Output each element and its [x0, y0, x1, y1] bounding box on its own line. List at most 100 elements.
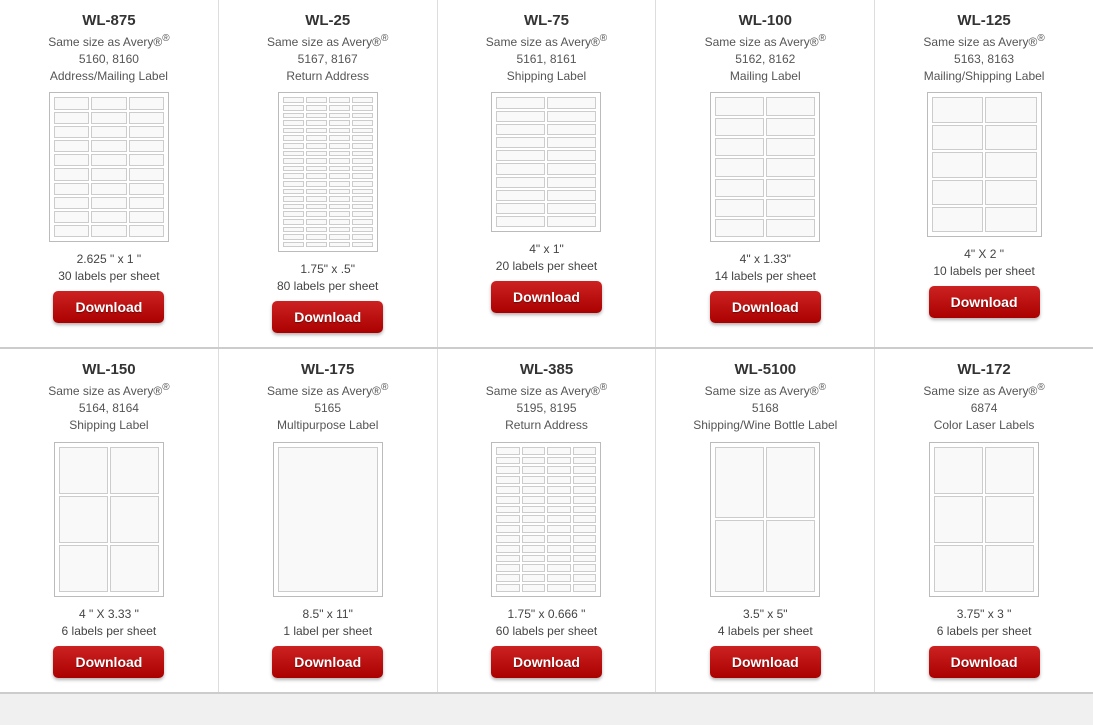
- label-preview-sheet: [54, 442, 164, 597]
- download-button-wl-5100[interactable]: Download: [710, 646, 821, 678]
- label-cell-preview: [932, 180, 984, 205]
- label-cell-preview: [522, 555, 546, 563]
- label-cell-preview: [306, 128, 327, 134]
- label-cell-preview: [547, 163, 596, 174]
- label-cell-wl-125: WL-125Same size as Avery®®5163, 8163Mail…: [875, 0, 1093, 347]
- download-button-wl-125[interactable]: Download: [929, 286, 1040, 318]
- label-cell-preview: [496, 535, 520, 543]
- label-cell-preview: [522, 545, 546, 553]
- label-cell-preview: [352, 189, 373, 195]
- download-button-wl-172[interactable]: Download: [929, 646, 1040, 678]
- label-cell-preview: [573, 496, 597, 504]
- cell-label-count: 6 labels per sheet: [62, 624, 157, 638]
- label-cell-preview: [496, 564, 520, 572]
- label-cell-preview: [54, 183, 89, 195]
- label-cell-preview: [934, 545, 983, 592]
- label-cell-preview: [129, 225, 164, 237]
- label-cell-preview: [352, 227, 373, 233]
- label-cell-preview: [110, 496, 159, 543]
- label-cell-preview: [766, 97, 815, 115]
- cell-description: Same size as Avery®®6874Color Laser Labe…: [923, 381, 1044, 433]
- label-cell-preview: [110, 545, 159, 592]
- label-cell-preview: [496, 486, 520, 494]
- label-cell-preview: [91, 183, 126, 195]
- download-button-wl-385[interactable]: Download: [491, 646, 602, 678]
- label-cell-preview: [547, 111, 596, 122]
- label-cell-preview: [352, 242, 373, 248]
- label-cell-preview: [129, 126, 164, 138]
- cell-title: WL-385: [520, 361, 573, 378]
- label-cell-preview: [91, 197, 126, 209]
- label-cell-preview: [283, 97, 304, 103]
- download-button-wl-75[interactable]: Download: [491, 281, 602, 313]
- label-cell-preview: [352, 113, 373, 119]
- label-cell-preview: [932, 125, 984, 150]
- cell-description: Same size as Avery®®5165Multipurpose Lab…: [267, 381, 388, 433]
- label-cell-preview: [329, 173, 350, 179]
- label-cell-preview: [59, 545, 108, 592]
- label-cell-preview: [306, 181, 327, 187]
- label-cell-preview: [496, 216, 545, 227]
- label-cell-preview: [283, 135, 304, 141]
- label-cell-preview: [547, 525, 571, 533]
- label-cell-preview: [59, 447, 108, 494]
- label-cell-preview: [496, 190, 545, 201]
- label-cell-preview: [715, 138, 764, 156]
- cell-description: Same size as Avery®®5160, 8160Address/Ma…: [48, 32, 169, 84]
- label-cell-preview: [496, 163, 545, 174]
- cell-title: WL-75: [524, 12, 569, 29]
- cell-dimensions: 1.75" x .5": [300, 262, 355, 276]
- label-cell-preview: [306, 242, 327, 248]
- label-cell-preview: [352, 234, 373, 240]
- label-cell-preview: [283, 113, 304, 119]
- label-cell-preview: [283, 166, 304, 172]
- label-cell-preview: [522, 506, 546, 514]
- cell-description: Same size as Avery®®5162, 8162Mailing La…: [705, 32, 826, 84]
- label-cell-preview: [547, 466, 571, 474]
- label-cell-preview: [547, 97, 596, 108]
- label-cell-preview: [496, 515, 520, 523]
- cell-label-count: 1 label per sheet: [283, 624, 372, 638]
- label-cell-wl-5100: WL-5100Same size as Avery®®5168Shipping/…: [656, 349, 875, 691]
- label-cell-preview: [54, 154, 89, 166]
- download-button-wl-25[interactable]: Download: [272, 301, 383, 333]
- label-cell-preview: [573, 506, 597, 514]
- label-cell-preview: [352, 166, 373, 172]
- label-cell-preview: [573, 525, 597, 533]
- label-cell-preview: [522, 525, 546, 533]
- label-cell-preview: [283, 204, 304, 210]
- cell-title: WL-172: [957, 361, 1010, 378]
- download-button-wl-175[interactable]: Download: [272, 646, 383, 678]
- label-cell-preview: [573, 447, 597, 455]
- label-cell-wl-175: WL-175Same size as Avery®®5165Multipurpo…: [219, 349, 438, 691]
- label-cell-preview: [547, 564, 571, 572]
- label-cell-preview: [522, 447, 546, 455]
- label-cell-preview: [283, 196, 304, 202]
- label-cell-preview: [129, 183, 164, 195]
- label-cell-preview: [547, 476, 571, 484]
- label-cell-preview: [129, 140, 164, 152]
- label-cell-preview: [496, 111, 545, 122]
- label-cell-preview: [496, 203, 545, 214]
- label-cell-preview: [573, 564, 597, 572]
- download-button-wl-875[interactable]: Download: [53, 291, 164, 323]
- label-cell-preview: [934, 496, 983, 543]
- label-cell-preview: [496, 584, 520, 592]
- label-cell-preview: [129, 197, 164, 209]
- label-cell-preview: [91, 97, 126, 109]
- label-cell-preview: [283, 128, 304, 134]
- label-cell-preview: [54, 140, 89, 152]
- label-grid: WL-875Same size as Avery®®5160, 8160Addr…: [0, 0, 1093, 694]
- label-cell-preview: [329, 196, 350, 202]
- label-cell-preview: [522, 457, 546, 465]
- label-row-1: WL-150Same size as Avery®®5164, 8164Ship…: [0, 349, 1093, 693]
- label-preview-sheet: [929, 442, 1039, 597]
- label-cell-preview: [547, 203, 596, 214]
- label-cell-preview: [54, 211, 89, 223]
- download-button-wl-100[interactable]: Download: [710, 291, 821, 323]
- label-cell-preview: [54, 168, 89, 180]
- cell-dimensions: 8.5" x 11": [303, 607, 353, 621]
- label-cell-preview: [329, 204, 350, 210]
- download-button-wl-150[interactable]: Download: [53, 646, 164, 678]
- cell-description: Same size as Avery®®5161, 8161Shipping L…: [486, 32, 607, 84]
